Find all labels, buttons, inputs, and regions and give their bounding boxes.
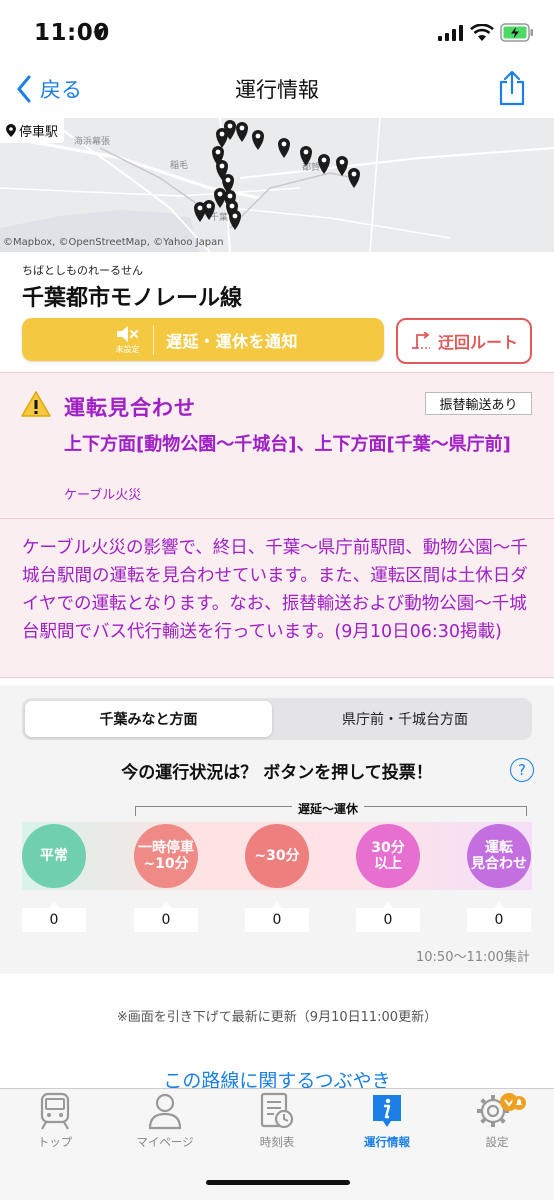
map-credit: ©Mapbox, ©OpenStreetMap, ©Yahoo Japan bbox=[3, 237, 224, 248]
vote-count-2: 0 bbox=[245, 908, 309, 932]
pin-icon bbox=[6, 124, 16, 137]
vote-time-range: 10:50〜11:00集計 bbox=[416, 950, 530, 965]
tab-settings[interactable]: 設定 bbox=[442, 1092, 552, 1156]
vote-option-sublabel: 見合わせ bbox=[471, 856, 527, 872]
tab-mypage[interactable]: マイページ bbox=[110, 1092, 220, 1156]
detour-route-button[interactable]: 迂回ルート bbox=[396, 318, 532, 364]
alert-divider bbox=[0, 518, 554, 519]
line-reading: ちばとしものれーるせん bbox=[22, 264, 143, 277]
vote-option-0[interactable]: 平常 bbox=[22, 824, 86, 888]
tab-service-info[interactable]: 運行情報 bbox=[332, 1092, 442, 1156]
tab-chiba-minato[interactable]: 千葉みなと方面 bbox=[25, 701, 272, 737]
vote-option-label: 運転 bbox=[485, 840, 513, 856]
vote-option-label: 平常 bbox=[40, 848, 68, 864]
tab-kencho-chishirodai[interactable]: 県庁前・千城台方面 bbox=[281, 701, 529, 737]
speaker-muted-icon bbox=[116, 325, 138, 342]
alert-cause: ケーブル火災 bbox=[64, 488, 142, 503]
vote-count-1: 0 bbox=[134, 908, 198, 932]
train-icon bbox=[40, 1092, 70, 1130]
location-arrow-icon bbox=[93, 27, 105, 39]
info-icon bbox=[373, 1095, 401, 1127]
notify-status: 未設定 bbox=[115, 344, 140, 354]
tab-top[interactable]: トップ bbox=[0, 1092, 110, 1156]
signal-icon bbox=[438, 25, 463, 41]
alert-body: ケーブル火災の影響で、終日、千葉〜県庁前駅間、動物公園〜千城台駅間の運転を見合わ… bbox=[22, 538, 528, 642]
tab-service-info-label: 運行情報 bbox=[364, 1135, 410, 1149]
stations-map[interactable]: 海浜幕張 稲毛 都賀 千葉 停車駅 bbox=[0, 118, 554, 252]
page-title: 運行情報 bbox=[235, 78, 319, 102]
vote-option-label: ~30分 bbox=[254, 848, 300, 864]
help-button[interactable]: ? bbox=[510, 758, 534, 782]
vote-option-label: 30分 bbox=[371, 840, 405, 856]
map-graphic: 海浜幕張 稲毛 都賀 千葉 bbox=[0, 118, 554, 252]
line-name: 千葉都市モノレール線 bbox=[22, 286, 243, 311]
notify-label: 遅延・運休を通知 bbox=[166, 331, 299, 351]
vote-option-sublabel: ~10分 bbox=[143, 856, 189, 872]
tab-settings-label: 設定 bbox=[485, 1135, 509, 1149]
tab-mypage-label: マイページ bbox=[136, 1135, 194, 1149]
alert-section: 上下方面[動物公園〜千城台]、上下方面[千葉〜県庁前] bbox=[64, 434, 511, 455]
home-indicator bbox=[206, 1180, 350, 1185]
alert-title: 運転見合わせ bbox=[64, 396, 196, 420]
vote-question: 今の運行状況は？ ボタンを押して投票！ bbox=[121, 763, 433, 783]
detour-icon bbox=[411, 332, 430, 349]
status-bar: 11:00 bbox=[0, 0, 554, 62]
vote-option-3[interactable]: 30分 以上 bbox=[356, 824, 420, 888]
timetable-icon bbox=[260, 1092, 294, 1129]
tab-top-label: トップ bbox=[37, 1135, 73, 1149]
update-note: ※画面を引き下げて最新に更新（9月10日11:00更新） bbox=[116, 1010, 438, 1025]
vote-count-4: 0 bbox=[467, 908, 531, 932]
stations-badge: 停車駅 bbox=[0, 118, 65, 143]
wifi-icon bbox=[470, 24, 494, 41]
notify-mute: 未設定 bbox=[108, 324, 154, 355]
help-icon: ? bbox=[518, 761, 526, 779]
warning-icon bbox=[21, 391, 51, 417]
map-label-kaihin: 海浜幕張 bbox=[74, 135, 110, 147]
tab-timetable[interactable]: 時刻表 bbox=[222, 1092, 332, 1156]
vote-option-sublabel: 以上 bbox=[374, 856, 402, 872]
gear-icon bbox=[477, 1093, 526, 1127]
battery-icon bbox=[500, 23, 533, 42]
notify-button[interactable]: 未設定 遅延・運休を通知 bbox=[22, 318, 384, 361]
vote-count-3: 0 bbox=[356, 908, 420, 932]
vote-option-4[interactable]: 運転 見合わせ bbox=[467, 824, 531, 888]
vote-option-2[interactable]: ~30分 bbox=[245, 824, 309, 888]
stations-badge-label: 停車駅 bbox=[19, 125, 59, 140]
vote-option-label: 一時停車 bbox=[138, 840, 194, 856]
share-icon[interactable] bbox=[496, 70, 528, 106]
person-icon bbox=[148, 1093, 182, 1130]
detour-label: 迂回ルート bbox=[437, 333, 518, 352]
vote-count-0: 0 bbox=[22, 908, 86, 932]
transfer-badge: 振替輸送あり bbox=[425, 392, 532, 415]
tab-timetable-label: 時刻表 bbox=[259, 1135, 295, 1149]
vote-option-1[interactable]: 一時停車 ~10分 bbox=[134, 824, 198, 888]
delay-bracket-label: 遅延〜運休 bbox=[292, 800, 365, 817]
map-label-inage: 稲毛 bbox=[170, 159, 188, 171]
